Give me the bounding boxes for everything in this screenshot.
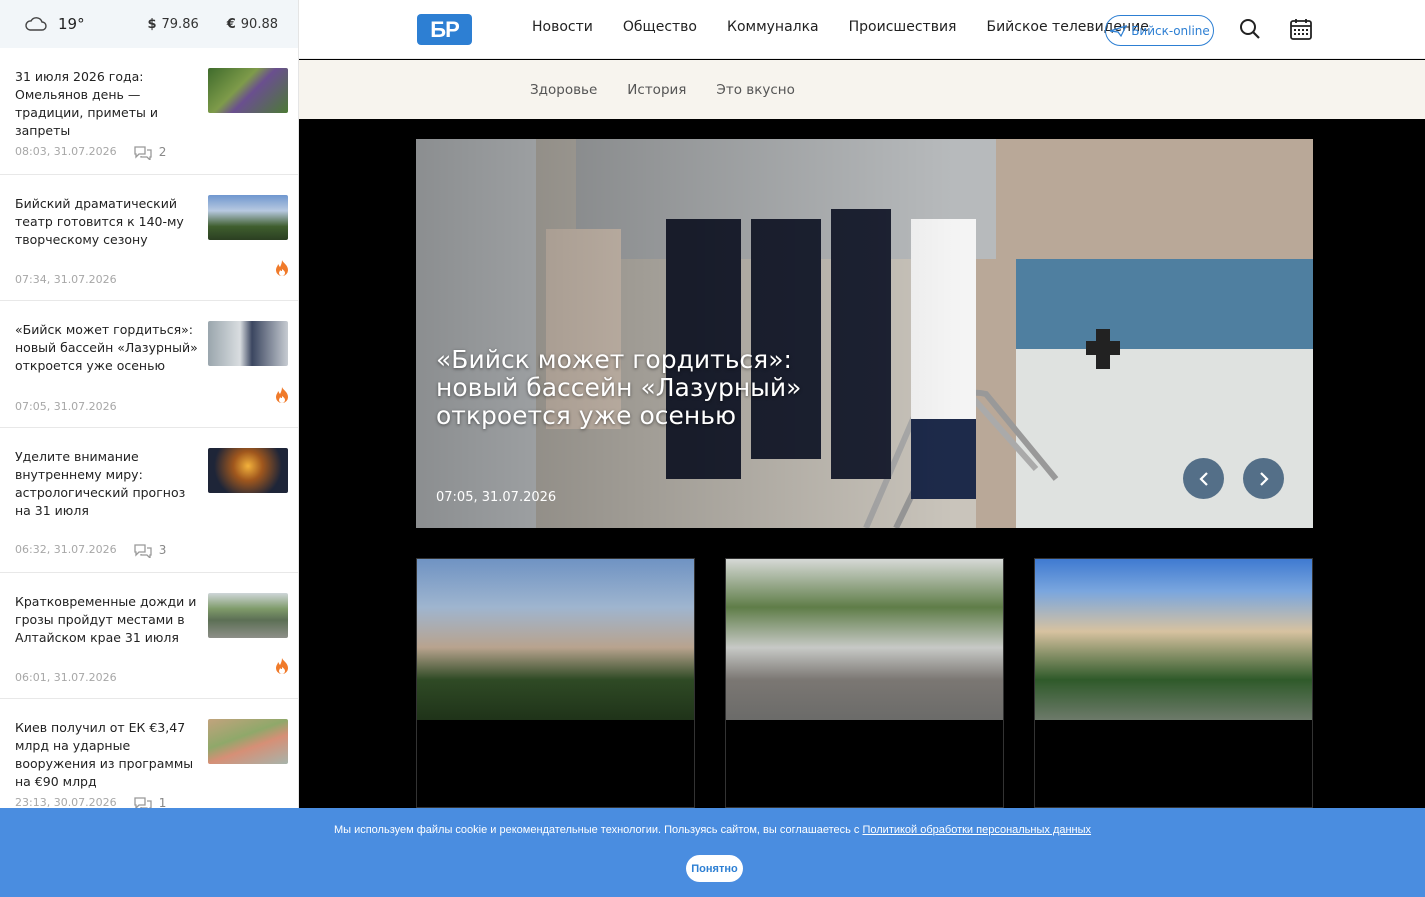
news-card[interactable] [416, 558, 695, 808]
news-thumbnail[interactable] [208, 447, 288, 493]
chevron-left-icon [1198, 471, 1208, 486]
cloud-icon [25, 17, 47, 31]
calendar-icon[interactable] [1289, 17, 1313, 41]
news-time: 08:03, 31.07.2026 [15, 145, 117, 158]
news-time: 06:01, 31.07.2026 [15, 671, 117, 684]
news-title[interactable]: Кратковременные дожди и грозы пройдут ме… [15, 593, 201, 647]
weather-bar: 19° $79.86 €90.88 [0, 0, 298, 48]
biysk-online-button[interactable]: Бийск-online [1105, 15, 1214, 46]
search-icon[interactable] [1239, 18, 1261, 40]
hero-date: 07:05, 31.07.2026 [436, 490, 557, 505]
comment-count: 2 [133, 144, 166, 160]
news-thumbnail[interactable] [208, 194, 288, 240]
news-card[interactable] [1034, 558, 1313, 808]
card-image[interactable] [417, 559, 694, 720]
sidebar-news-item[interactable]: Бийский драматический театр готовится к … [0, 175, 298, 301]
hero-slide[interactable]: «Бийск может гордиться»: новый бассейн «… [416, 139, 1313, 528]
comments-icon [134, 145, 152, 160]
news-title[interactable]: Киев получил от ЕК €3,47 млрд на ударные… [15, 719, 201, 791]
sidebar-news-item[interactable]: Киев получил от ЕК €3,47 млрд на ударные… [0, 699, 298, 826]
send-icon [1110, 24, 1128, 37]
subnav-item-history[interactable]: История [627, 82, 686, 98]
nav-item-incidents[interactable]: Происшествия [849, 19, 957, 35]
usd-rate: $79.86 [147, 16, 199, 32]
sidebar-news-item[interactable]: 31 июля 2026 года: Омельянов день — трад… [0, 48, 298, 175]
hero-title[interactable]: «Бийск может гордиться»: новый бассейн «… [436, 346, 816, 430]
site-header: БР Новости Общество Коммуналка Происшест… [299, 0, 1425, 59]
news-thumbnail[interactable] [208, 719, 288, 764]
subnav-item-tasty[interactable]: Это вкусно [716, 82, 794, 98]
cookie-text: Мы используем файлы cookie и рекомендате… [333, 824, 1092, 836]
chevron-right-icon [1259, 471, 1269, 486]
news-thumbnail[interactable] [208, 592, 288, 638]
temperature: 19° [58, 15, 85, 33]
fire-icon [276, 386, 288, 403]
news-title[interactable]: «Бийск может гордиться»: новый бассейн «… [15, 321, 201, 375]
nav-item-society[interactable]: Общество [623, 19, 697, 35]
sidebar-news-item[interactable]: «Бийск может гордиться»: новый бассейн «… [0, 301, 298, 428]
card-image[interactable] [726, 559, 1003, 720]
news-title[interactable]: Уделите внимание внутреннему миру: астро… [15, 448, 201, 520]
slider-next-button[interactable] [1243, 458, 1284, 499]
site-logo[interactable]: БР [417, 14, 472, 45]
comments-icon [134, 543, 152, 558]
card-image[interactable] [1035, 559, 1312, 720]
main-nav: Новости Общество Коммуналка Происшествия… [532, 19, 1179, 35]
news-time: 06:32, 31.07.2026 [15, 543, 117, 556]
fire-icon [276, 658, 288, 674]
comment-count: 3 [133, 542, 166, 558]
news-thumbnail[interactable] [208, 68, 288, 113]
sidebar-news-item[interactable]: Уделите внимание внутреннему миру: астро… [0, 428, 298, 573]
nav-item-utilities[interactable]: Коммуналка [727, 19, 819, 35]
news-time: 07:34, 31.07.2026 [15, 273, 117, 286]
news-thumbnail[interactable] [208, 321, 288, 366]
sidebar-news-item[interactable]: Кратковременные дожди и грозы пройдут ме… [0, 573, 298, 699]
privacy-policy-link[interactable]: Политикой обработки персональных данных [862, 824, 1091, 836]
fire-icon [276, 260, 288, 276]
news-title[interactable]: 31 июля 2026 года: Омельянов день — трад… [15, 68, 201, 140]
cookie-accept-button[interactable]: Понятно [686, 855, 743, 882]
cookie-banner: Мы используем файлы cookie и рекомендате… [0, 808, 1425, 897]
sub-nav: Здоровье История Это вкусно [299, 60, 1425, 119]
slider-prev-button[interactable] [1183, 458, 1224, 499]
subnav-item-health[interactable]: Здоровье [530, 82, 597, 98]
news-time: 07:05, 31.07.2026 [15, 399, 117, 413]
sidebar: 19° $79.86 €90.88 31 июля 2026 года: Оме… [0, 0, 299, 897]
eur-rate: €90.88 [226, 16, 278, 32]
news-card[interactable] [725, 558, 1004, 808]
news-title[interactable]: Бийский драматический театр готовится к … [15, 195, 201, 249]
nav-item-news[interactable]: Новости [532, 19, 593, 35]
